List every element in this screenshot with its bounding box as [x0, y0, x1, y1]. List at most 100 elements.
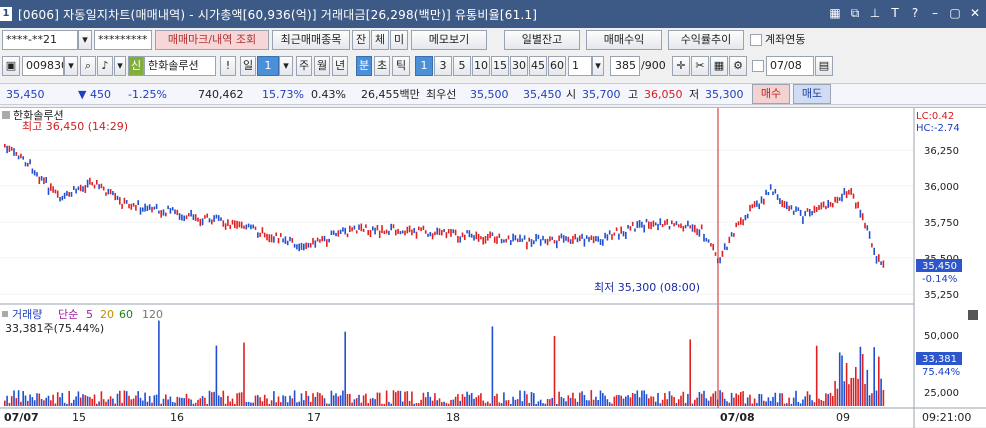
volume-bar: [657, 392, 659, 406]
period-label[interactable]: 일: [240, 56, 256, 76]
volume-bar: [822, 400, 825, 406]
account-select[interactable]: ****-**21: [2, 30, 78, 50]
candle: [677, 224, 680, 228]
password-field[interactable]: *********: [94, 30, 152, 50]
volume-bar: [728, 402, 731, 406]
minute-button[interactable]: 분: [356, 56, 372, 76]
volume-bar: [882, 390, 885, 406]
interval-30[interactable]: 30: [510, 56, 528, 76]
volume-bar: [399, 390, 402, 406]
date-checkbox[interactable]: [752, 60, 764, 72]
candle: [457, 235, 459, 243]
alert-button[interactable]: !: [220, 56, 236, 76]
gear-icon[interactable]: ⚙: [729, 56, 747, 76]
volume-bar: [257, 395, 259, 406]
scissors-icon[interactable]: ✂: [691, 56, 709, 76]
period-value[interactable]: 1: [257, 56, 279, 76]
volume-bar: [684, 402, 687, 406]
balance-button[interactable]: 잔: [352, 30, 370, 50]
trade-mark-button[interactable]: 매매마크/내역 조회: [155, 30, 269, 50]
second-button[interactable]: 초: [374, 56, 390, 76]
interval-1[interactable]: 1: [415, 56, 433, 76]
week-button[interactable]: 주: [296, 56, 312, 76]
speaker-icon[interactable]: ♪: [97, 56, 113, 76]
volume-bar: [753, 398, 756, 406]
volume-bar: [595, 396, 597, 406]
daily-balance-button[interactable]: 일별잔고: [504, 30, 580, 50]
restore-icon[interactable]: ▢: [948, 5, 962, 21]
tick-button[interactable]: 틱: [392, 56, 410, 76]
collapse-icon[interactable]: [2, 311, 8, 317]
count-input[interactable]: 385: [610, 56, 640, 76]
interval-input[interactable]: 1: [568, 56, 592, 76]
volume-bar: [519, 390, 521, 406]
volume-bar: [397, 390, 399, 406]
interval-15[interactable]: 15: [491, 56, 509, 76]
candle: [123, 197, 126, 204]
interval-45[interactable]: 45: [529, 56, 547, 76]
candle: [24, 162, 27, 167]
collapse-icon[interactable]: [2, 111, 10, 119]
font-icon[interactable]: T: [888, 5, 902, 21]
volume-bar: [305, 390, 307, 406]
memo-button[interactable]: 메모보기: [411, 30, 487, 50]
calendar-icon[interactable]: ▤: [815, 56, 833, 76]
volume-bar: [852, 377, 855, 406]
chevron-down-icon[interactable]: ▾: [279, 56, 293, 76]
volume-bar: [845, 363, 848, 406]
candle: [721, 250, 724, 257]
copy-icon[interactable]: ⧉: [848, 5, 862, 21]
interval-10[interactable]: 10: [472, 56, 490, 76]
year-button[interactable]: 년: [332, 56, 348, 76]
candle: [33, 170, 36, 176]
volume-bar: [588, 400, 590, 406]
candle: [680, 223, 682, 229]
chevron-down-icon[interactable]: ▾: [78, 30, 92, 50]
candle: [183, 215, 185, 222]
volume-bar: [583, 394, 586, 406]
layout-icon[interactable]: ▣: [2, 56, 20, 76]
chart-area[interactable]: 한화솔루션 최고 36,450 (14:29) 최저 35,300 (08:00…: [0, 107, 986, 428]
expand-icon[interactable]: [968, 310, 978, 320]
minimize-icon[interactable]: –: [928, 5, 942, 21]
interval-3[interactable]: 3: [434, 56, 452, 76]
candle: [125, 200, 128, 204]
volume-bar: [855, 367, 857, 406]
candle: [737, 221, 740, 226]
sell-button[interactable]: 매도: [793, 84, 831, 104]
date-input[interactable]: 07/08: [766, 56, 814, 76]
volume-bar: [190, 399, 192, 406]
crosshair-icon[interactable]: ✛: [672, 56, 690, 76]
account-link-checkbox[interactable]: [750, 34, 762, 46]
grid-view-icon[interactable]: ▦: [710, 56, 728, 76]
grid-icon[interactable]: ▦: [828, 5, 842, 21]
candle: [608, 230, 611, 235]
volume-bar: [700, 393, 703, 406]
candle: [208, 218, 211, 223]
interval-5[interactable]: 5: [453, 56, 471, 76]
buy-button[interactable]: 매수: [752, 84, 790, 104]
volume-bar: [857, 378, 859, 406]
close-icon[interactable]: ✕: [968, 5, 982, 21]
interval-60[interactable]: 60: [548, 56, 566, 76]
price-chart[interactable]: 한화솔루션 최고 36,450 (14:29) 최저 35,300 (08:00…: [0, 108, 986, 428]
volume-bar: [312, 393, 314, 406]
volume-bar: [783, 403, 786, 406]
candle: [328, 238, 330, 243]
month-button[interactable]: 월: [314, 56, 330, 76]
volume-bar: [125, 391, 128, 406]
candle: [63, 192, 66, 199]
chevron-down-icon[interactable]: ▾: [592, 56, 604, 76]
recent-trades-button[interactable]: 최근매매종목: [272, 30, 350, 50]
return-trend-button[interactable]: 수익률추이: [668, 30, 744, 50]
trade-profit-button[interactable]: 매매수익: [586, 30, 662, 50]
pin-icon[interactable]: ⊥: [868, 5, 882, 21]
chevron-down-icon[interactable]: ▾: [114, 56, 126, 76]
executed-button[interactable]: 체: [371, 30, 389, 50]
stock-code-input[interactable]: 009830: [22, 56, 64, 76]
chevron-down-icon[interactable]: ▾: [64, 56, 78, 76]
volume-bar: [82, 394, 84, 406]
help-icon[interactable]: ?: [908, 5, 922, 21]
unexecuted-button[interactable]: 미: [390, 30, 408, 50]
search-icon[interactable]: ⌕: [80, 56, 96, 76]
